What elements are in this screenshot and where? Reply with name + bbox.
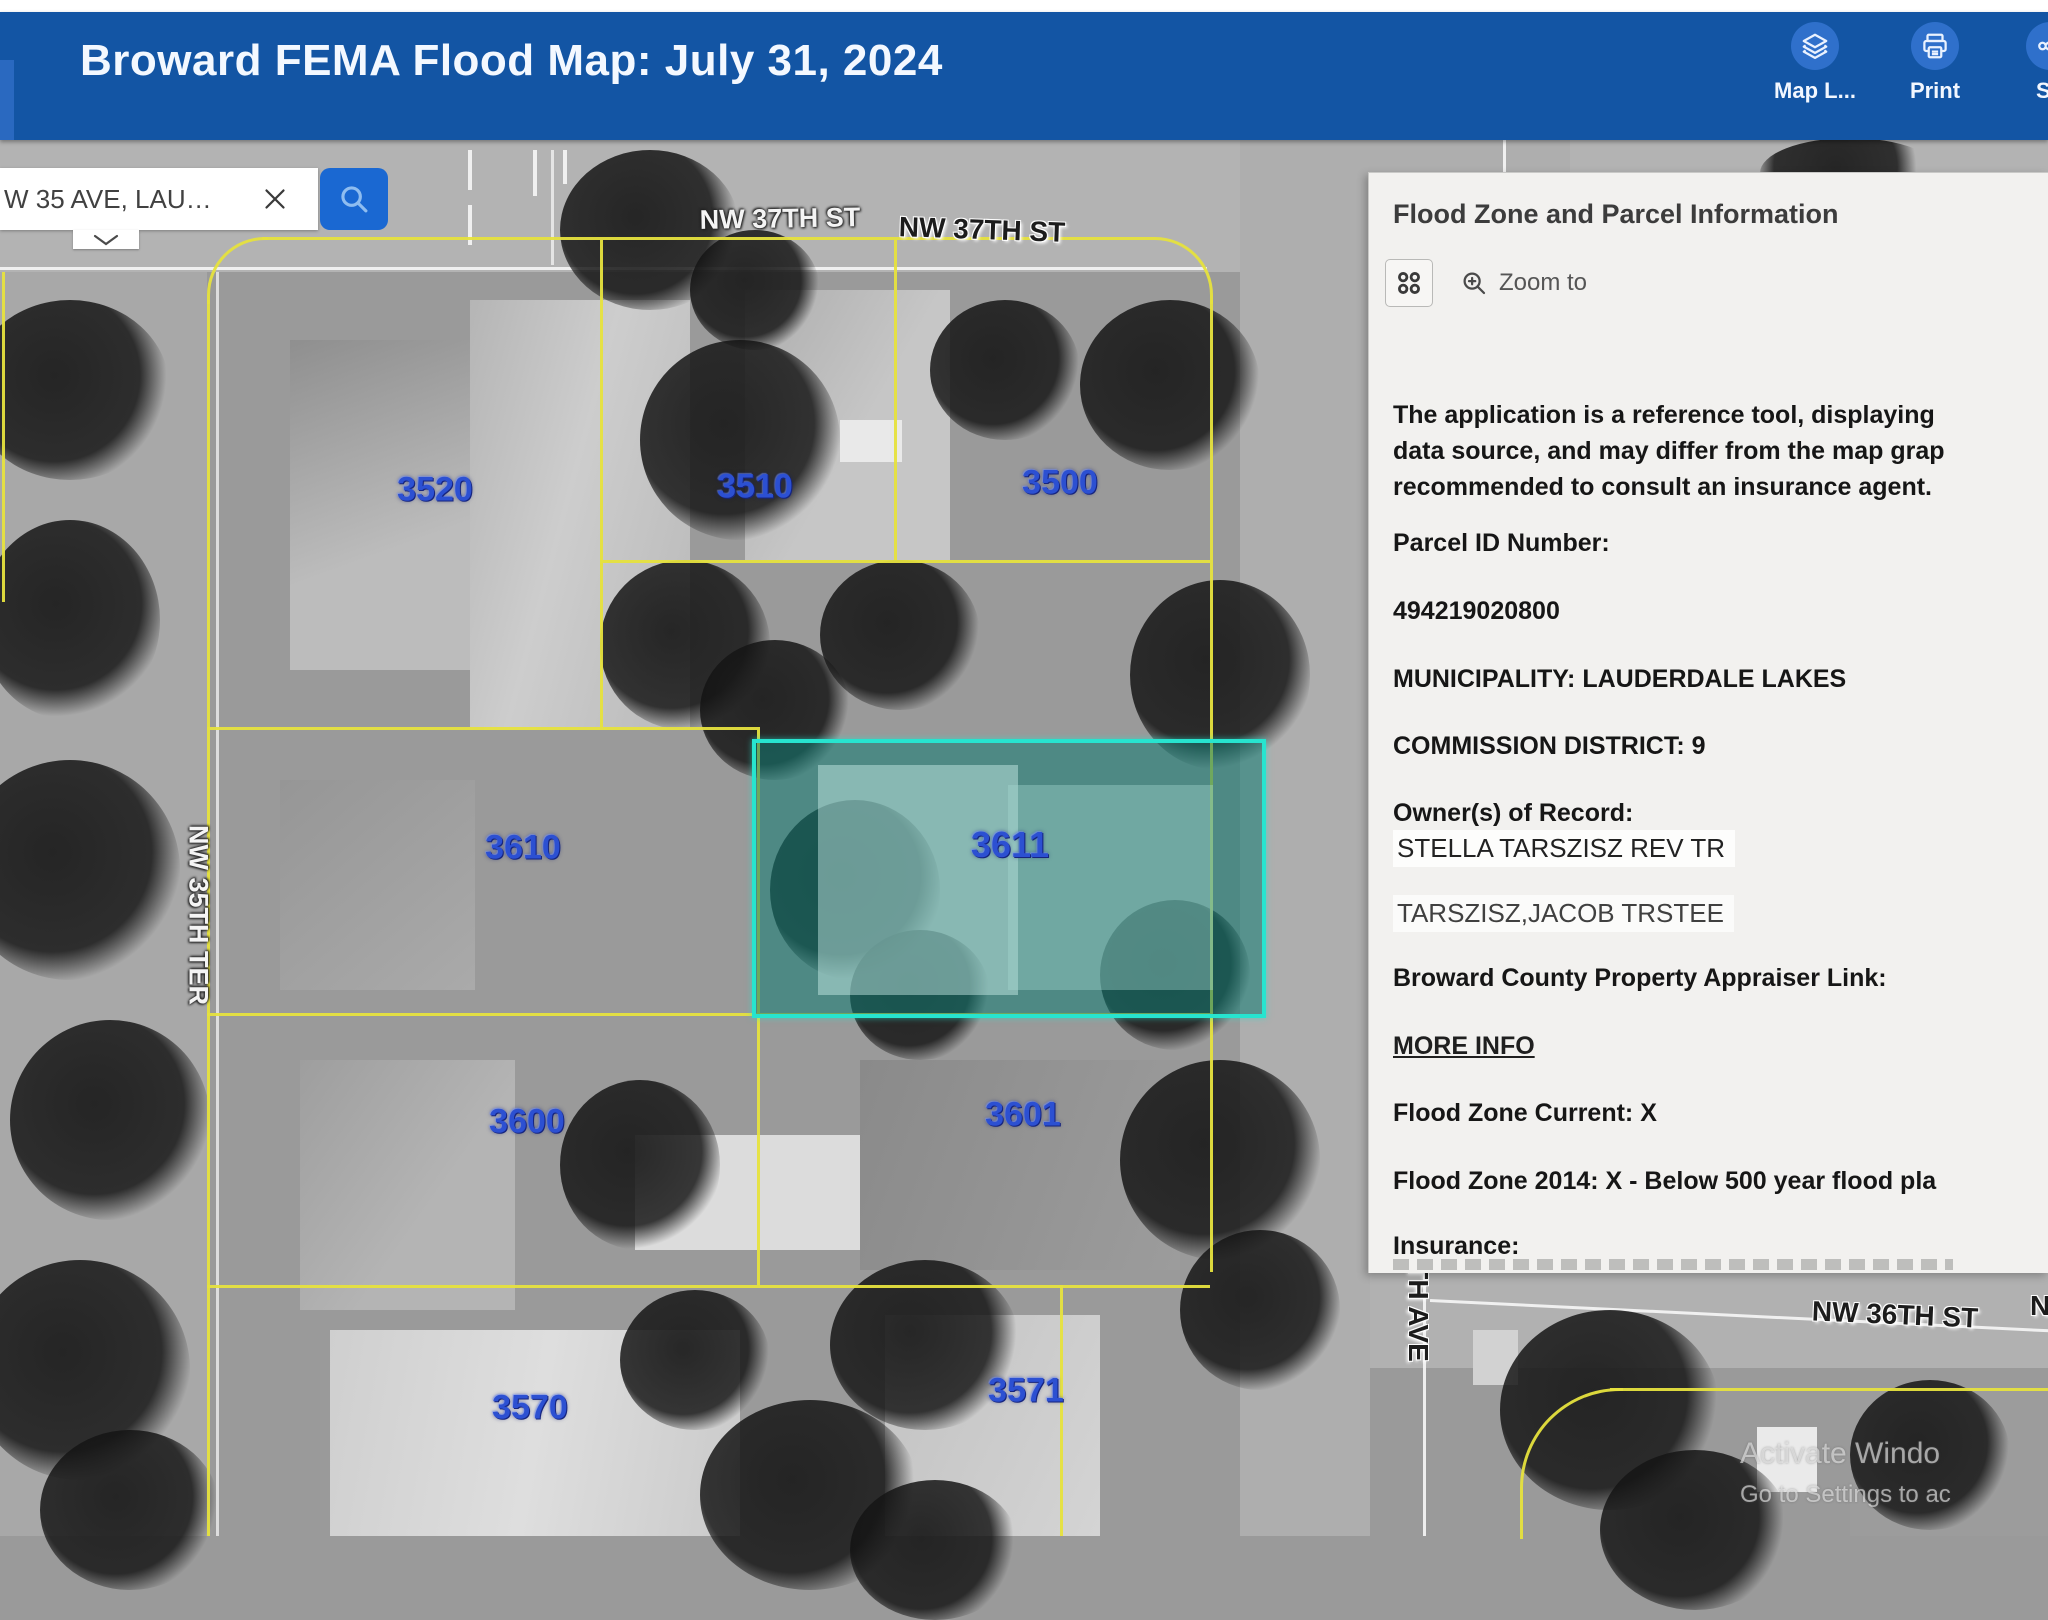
road-marking	[563, 150, 567, 184]
tree-blob	[690, 230, 820, 350]
building-roof	[300, 1060, 515, 1310]
windows-activation-watermark: Activate Windo Go to Settings to ac	[1740, 1437, 1951, 1509]
flood-zone-info-panel: Flood Zone and Parcel Information Zoom t…	[1368, 172, 2048, 1273]
header-edge-accent	[0, 60, 14, 140]
street-edge-line	[551, 150, 554, 265]
tree-blob	[560, 1080, 720, 1250]
building-roof	[818, 765, 1018, 995]
tree-blob	[850, 1480, 1020, 1620]
grid-icon	[1395, 269, 1423, 297]
disclaimer-line-3: recommended to consult an insurance agen…	[1393, 469, 1932, 505]
disclaimer-line-2: data source, and may differ from the map…	[1393, 433, 1945, 469]
tree-blob	[1080, 300, 1260, 470]
street-label-th-ave: TH AVE	[1402, 1262, 1434, 1362]
tree-blob	[1120, 1060, 1320, 1260]
zoom-to-button[interactable]: Zoom to	[1459, 268, 1587, 298]
parcel-line	[1610, 1388, 2048, 1391]
parcel-line	[600, 240, 603, 727]
building-roof	[840, 420, 902, 462]
app-header: Broward FEMA Flood Map: July 31, 2024 Ma…	[0, 0, 2048, 140]
parcel-label-3520: 3520	[397, 471, 473, 510]
tree-blob	[10, 1020, 210, 1220]
chevron-down-icon	[91, 233, 121, 247]
parcel-line	[894, 240, 897, 560]
flood-zone-2014-field: Flood Zone 2014: X - Below 500 year floo…	[1393, 1167, 1936, 1196]
parcel-label-3610: 3610	[485, 829, 561, 868]
parcel-label-3601: 3601	[985, 1096, 1061, 1135]
tree-blob	[1180, 1230, 1340, 1390]
parcel-label-3510: 3510	[717, 468, 793, 507]
tree-blob	[40, 1430, 220, 1590]
parcel-label-3600: 3600	[489, 1103, 565, 1142]
street-label-nw37th-st-2: NW 37TH ST	[898, 211, 1065, 249]
road-nw34th-ave-top	[1370, 140, 1570, 172]
map-layers-button[interactable]: Map L...	[1760, 22, 1870, 104]
insurance-label: Insurance:	[1393, 1232, 1519, 1261]
building-roof	[1008, 785, 1213, 990]
panel-toolbar: Zoom to	[1385, 259, 1587, 307]
street-label-nw35th-ter: NW 35TH TER	[183, 825, 214, 1005]
close-icon[interactable]	[258, 182, 292, 216]
municipality-field: MUNICIPALITY: LAUDERDALE LAKES	[1393, 665, 1846, 694]
appraiser-link-label: Broward County Property Appraiser Link:	[1393, 964, 1887, 993]
street-label-partial-n: N	[2030, 1290, 2048, 1322]
watermark-line2: Go to Settings to ac	[1740, 1481, 1951, 1509]
parcel-line	[1060, 1285, 1063, 1536]
print-button[interactable]: Print	[1880, 22, 1990, 104]
parcel-label-3570: 3570	[492, 1389, 568, 1428]
actions-grid-button[interactable]	[1385, 259, 1433, 307]
panel-title: Flood Zone and Parcel Information	[1393, 199, 1839, 230]
zoom-in-icon	[1459, 268, 1489, 298]
page-title: Broward FEMA Flood Map: July 31, 2024	[80, 36, 943, 86]
print-label: Print	[1880, 78, 1990, 104]
tree-blob	[820, 560, 980, 710]
share-label: Sh	[1995, 78, 2048, 104]
parcel-id-value: 494219020800	[1393, 597, 1560, 626]
commission-district-field: COMMISSION DISTRICT: 9	[1393, 732, 1706, 761]
road-marking	[468, 150, 472, 190]
street-edge-line	[216, 272, 219, 1536]
share-icon	[2026, 22, 2048, 70]
owner-name-2: TARSZISZ,JACOB TRSTEE	[1393, 895, 1734, 932]
map-layers-label: Map L...	[1760, 78, 1870, 104]
parcel-id-label: Parcel ID Number:	[1393, 529, 1610, 558]
search-box[interactable]	[0, 168, 318, 230]
tree-blob	[620, 1290, 770, 1430]
parcel-line	[207, 727, 757, 730]
street-label-nw37th-st: NW 37TH ST	[699, 202, 860, 236]
layers-icon	[1791, 22, 1839, 70]
parcel-label-3611: 3611	[971, 824, 1049, 866]
app-screenshot: { "header": { "title": "Broward FEMA Flo…	[0, 0, 2048, 1536]
search-button[interactable]	[320, 168, 388, 230]
disclaimer-line-1: The application is a reference tool, dis…	[1393, 397, 1935, 433]
search-suggestions-expander[interactable]	[73, 230, 139, 249]
clipped-text-line	[1393, 1259, 1953, 1270]
parcel-line	[600, 560, 1210, 563]
more-info-link[interactable]: MORE INFO	[1393, 1032, 1535, 1061]
parcel-label-3500: 3500	[1022, 464, 1098, 503]
street-centerline	[1503, 140, 1506, 172]
share-button[interactable]: Sh	[1995, 22, 2048, 104]
tree-blob	[640, 340, 840, 540]
search-input[interactable]	[0, 183, 256, 216]
zoom-to-label: Zoom to	[1499, 269, 1587, 297]
owner-name-1: STELLA TARSZISZ REV TR	[1393, 830, 1735, 867]
printer-icon	[1911, 22, 1959, 70]
selected-parcel-highlight[interactable]	[752, 739, 1266, 1018]
road-marking	[533, 150, 537, 196]
parcel-line	[2, 272, 5, 602]
search-icon	[335, 180, 373, 218]
flood-zone-current-field: Flood Zone Current: X	[1393, 1099, 1657, 1128]
parcel-label-3571: 3571	[988, 1372, 1064, 1411]
watermark-line1: Activate Windo	[1740, 1437, 1951, 1471]
tree-blob	[930, 300, 1080, 440]
building-roof	[280, 780, 475, 990]
owners-label: Owner(s) of Record:	[1393, 799, 1633, 828]
